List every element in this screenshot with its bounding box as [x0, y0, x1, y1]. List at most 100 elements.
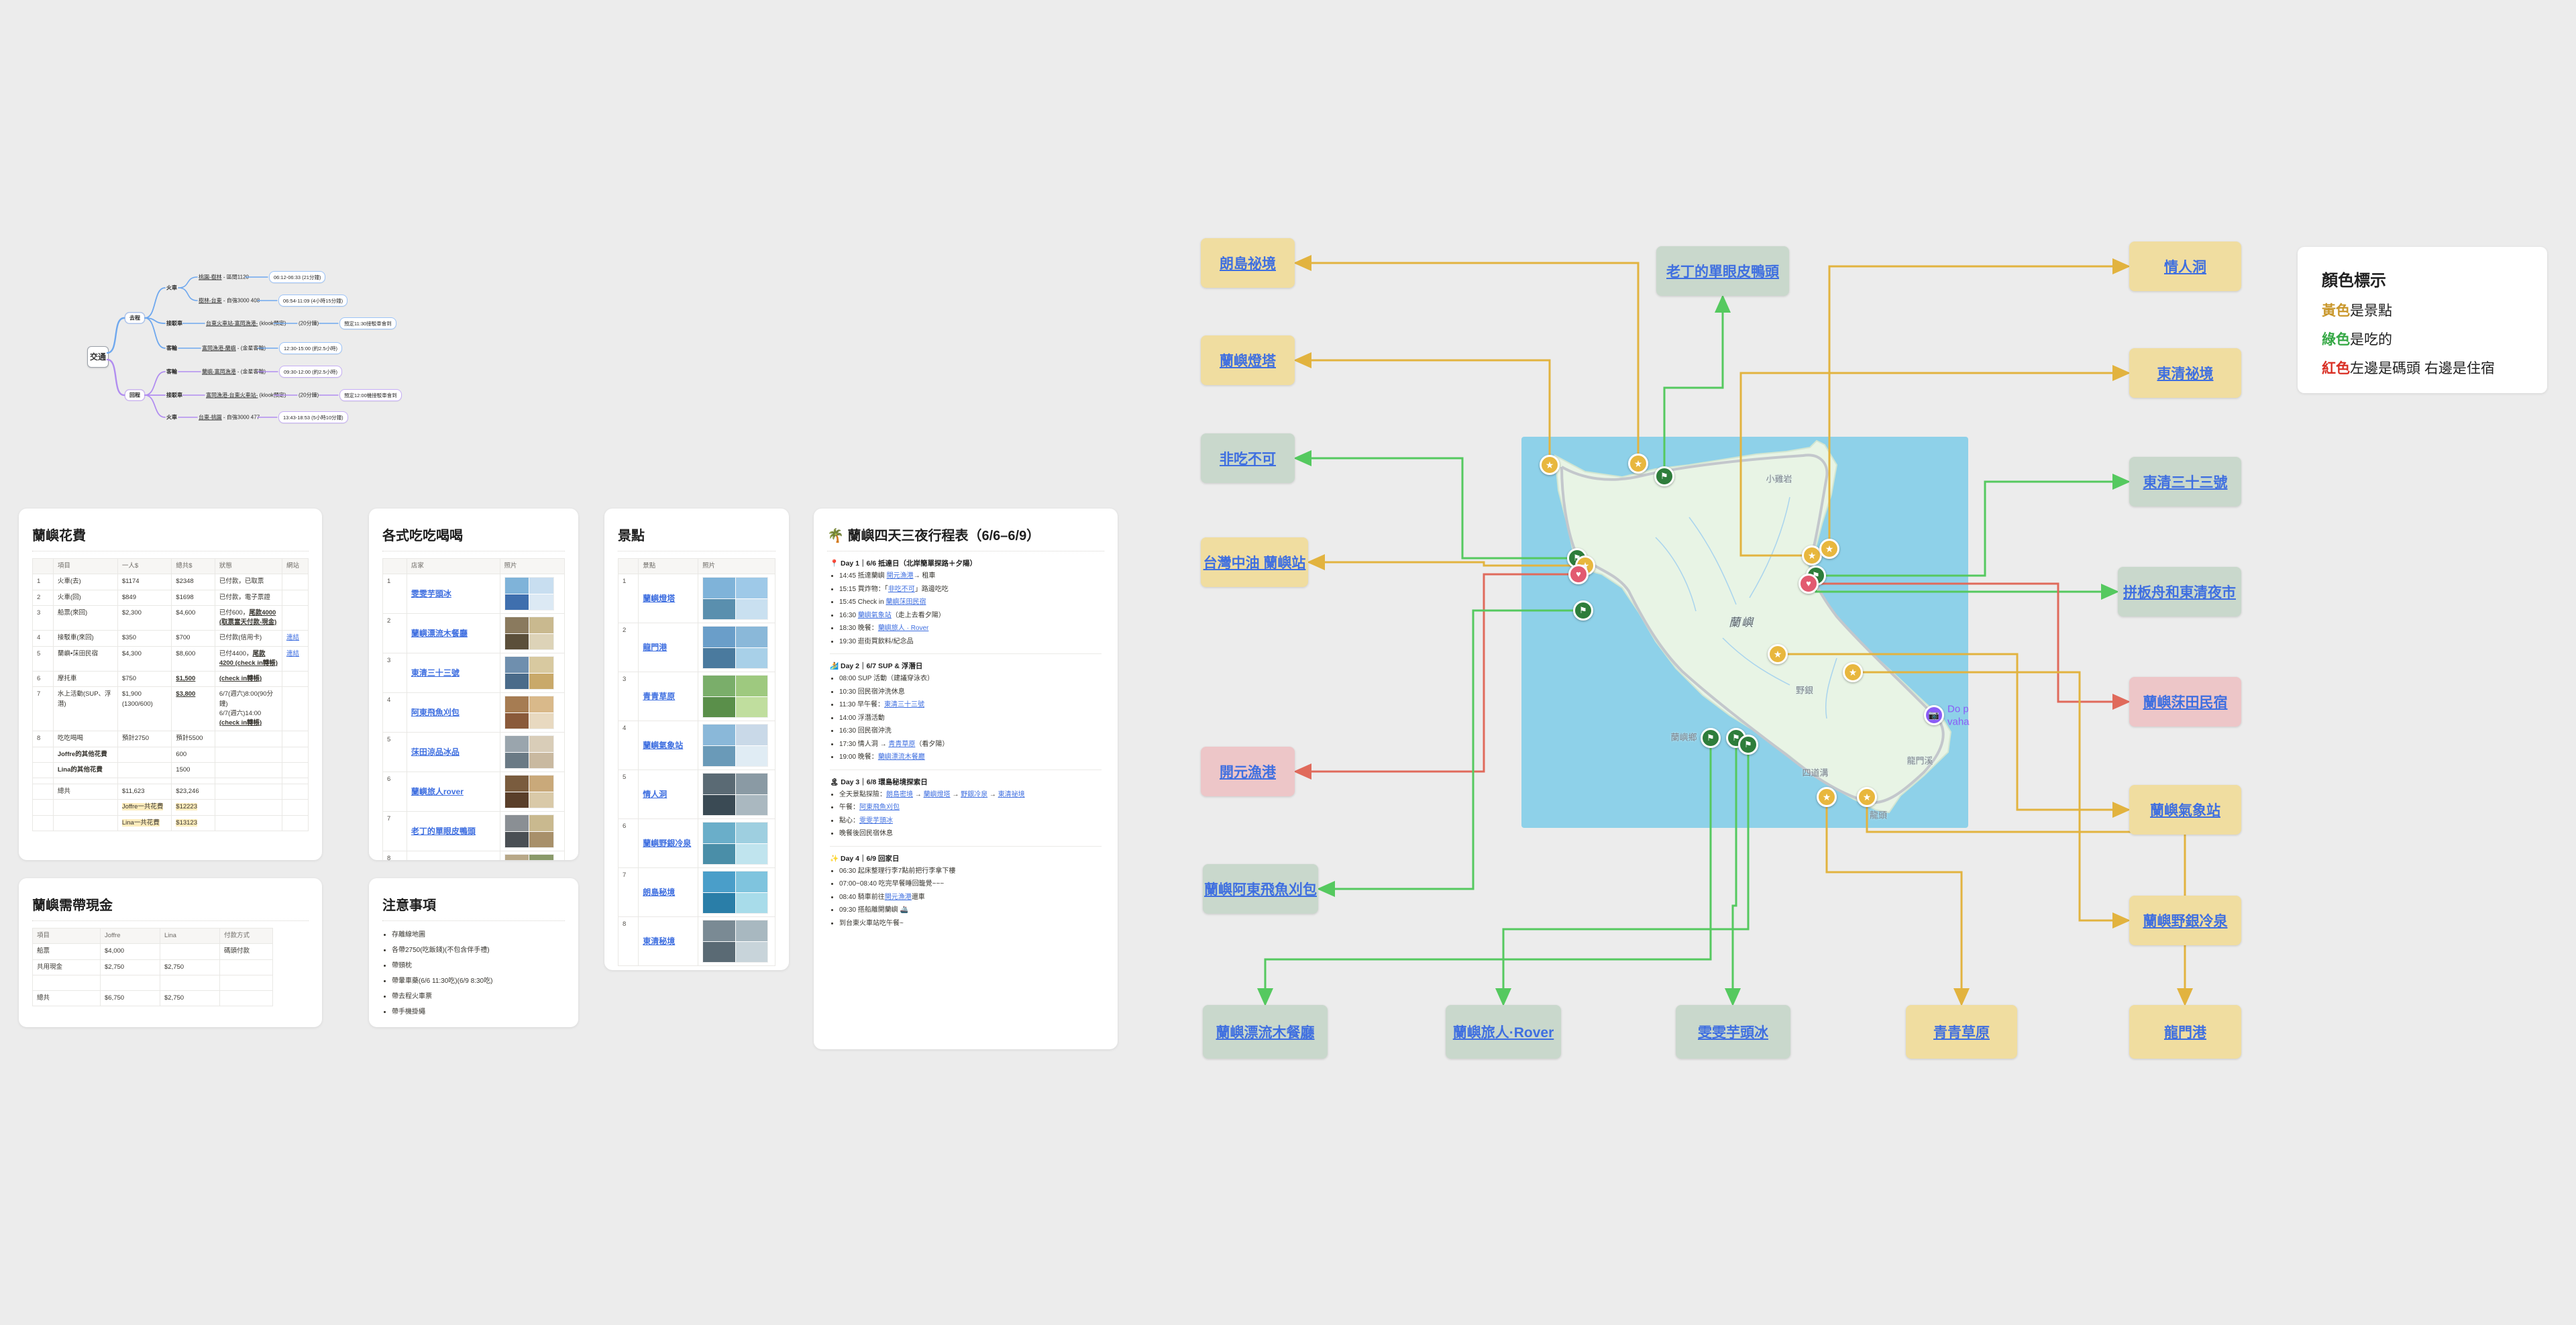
- itinerary-link[interactable]: 蘭嶼漂流木餐廳: [878, 753, 925, 761]
- map-card-label[interactable]: 開元漁港: [1220, 761, 1276, 782]
- map-canvas[interactable]: [1521, 437, 1968, 828]
- expenses-cell-link[interactable]: 連結: [286, 650, 299, 657]
- mindmap-branch-return[interactable]: 回程: [125, 390, 144, 401]
- itinerary-link[interactable]: 青青草原: [888, 741, 915, 748]
- itinerary-link[interactable]: 開元漁港: [887, 572, 914, 580]
- spot-name-link[interactable]: 情人洞: [643, 790, 667, 799]
- map-card-food[interactable]: 雯雯芋頭冰: [1676, 1005, 1790, 1059]
- map-card-label[interactable]: 青青草原: [1933, 1022, 1990, 1042]
- map-card-food[interactable]: 老丁的單眼皮鴨頭: [1656, 246, 1789, 296]
- map-card-food[interactable]: 東清三十三號: [2129, 457, 2241, 507]
- food-flag-marker[interactable]: ⚑: [1738, 735, 1758, 755]
- map-card-spot[interactable]: 朗島祕境: [1201, 238, 1295, 288]
- star-marker[interactable]: ★: [1857, 787, 1877, 807]
- itinerary-link[interactable]: 蘭嶼燈塔: [924, 791, 951, 798]
- expenses-cell-link[interactable]: 連結: [286, 634, 299, 641]
- heart-marker[interactable]: ♥: [1799, 574, 1819, 594]
- map-card-spot[interactable]: 台灣中油 蘭嶼站: [1201, 537, 1308, 587]
- map-card-label[interactable]: 朗島祕境: [1220, 253, 1276, 273]
- map-card-food[interactable]: 拼板舟和東清夜市: [2118, 567, 2241, 617]
- map-card-label[interactable]: 龍門港: [2164, 1022, 2206, 1042]
- map-card-food[interactable]: 蘭嶼阿東飛魚刈包: [1203, 864, 1318, 914]
- mindmap-route-link[interactable]: 蘭嶼-富岡漁港: [202, 369, 236, 375]
- mindmap-root-node[interactable]: 交通: [87, 346, 109, 368]
- itinerary-link[interactable]: 朗島密境: [886, 791, 913, 798]
- map-card-label[interactable]: 東清祕境: [2157, 363, 2214, 383]
- map-card-label[interactable]: 雯雯芋頭冰: [1698, 1022, 1768, 1042]
- food-flag-marker[interactable]: ⚑: [1701, 728, 1721, 748]
- spot-name-link[interactable]: 朗島秘境: [643, 888, 675, 897]
- camera-marker[interactable]: 📷: [1924, 705, 1944, 725]
- map-card-label[interactable]: 情人洞: [2164, 256, 2206, 276]
- map-card-stay[interactable]: 蘭嶼莯田民宿: [2129, 677, 2241, 727]
- food-name-link[interactable]: 蘭嶼旅人rover: [411, 787, 464, 796]
- heart-marker[interactable]: ♥: [1568, 564, 1589, 584]
- map-card-label[interactable]: 蘭嶼漂流木餐廳: [1216, 1022, 1315, 1042]
- food-name-link[interactable]: 雯雯芋頭冰: [411, 589, 451, 598]
- map-card-label[interactable]: 蘭嶼莯田民宿: [2143, 692, 2228, 712]
- star-marker[interactable]: ★: [1843, 662, 1863, 682]
- map-card-label[interactable]: 拼板舟和東清夜市: [2123, 582, 2236, 602]
- map-card-port[interactable]: 開元漁港: [1201, 747, 1295, 796]
- food-name-link[interactable]: 老丁的單眼皮鴨頭: [411, 827, 476, 836]
- spot-name-link[interactable]: 蘭嶼氣象站: [643, 741, 683, 750]
- spot-name-link[interactable]: 龍門港: [643, 643, 667, 652]
- star-marker[interactable]: ★: [1768, 644, 1788, 664]
- map-card-label[interactable]: 蘭嶼旅人·Rover: [1453, 1022, 1554, 1042]
- mindmap-route-link[interactable]: 富岡漁港-台東火車站-: [206, 392, 258, 399]
- map-card-label[interactable]: 台灣中油 蘭嶼站: [1203, 552, 1306, 572]
- mindmap-route-link[interactable]: 樹林-台東: [199, 298, 222, 304]
- star-marker[interactable]: ★: [1817, 787, 1837, 807]
- spot-name-link[interactable]: 蘭嶼燈塔: [643, 594, 675, 603]
- map-card-label[interactable]: 蘭嶼野銀冷泉: [2143, 910, 2228, 931]
- table-row: 8東清秘境: [619, 917, 775, 966]
- expenses-col-header: 項目: [53, 559, 117, 574]
- mindmap-route-link[interactable]: 台東-桃園: [199, 415, 222, 421]
- itinerary-link[interactable]: 野銀冷泉: [961, 791, 987, 798]
- star-marker[interactable]: ★: [1540, 455, 1560, 475]
- map-card-food[interactable]: 蘭嶼旅人·Rover: [1446, 1005, 1561, 1059]
- map-card-spot[interactable]: 東清祕境: [2129, 348, 2241, 398]
- spot-name-link[interactable]: 蘭嶼野銀冷泉: [643, 839, 691, 848]
- map-place-label: 龍門溪: [1907, 754, 1933, 767]
- food-flag-marker[interactable]: ⚑: [1654, 466, 1674, 486]
- star-marker[interactable]: ★: [1819, 539, 1839, 559]
- mindmap-branch-outbound[interactable]: 去程: [125, 313, 144, 323]
- food-name-link[interactable]: 蘭嶼漂流木餐廳: [411, 629, 468, 638]
- food-name-link[interactable]: 阿東飛魚刈包: [411, 708, 460, 717]
- itinerary-link[interactable]: 蘭嶼旅人 · Rover: [878, 625, 929, 632]
- itinerary-link[interactable]: 阿東飛魚刈包: [859, 804, 900, 811]
- star-marker[interactable]: ★: [1628, 454, 1648, 474]
- itinerary-link[interactable]: 蘭嶼氣象站: [858, 612, 892, 619]
- mindmap-route-link[interactable]: 富岡漁港-蘭嶼: [202, 346, 236, 352]
- map-card-label[interactable]: 老丁的單眼皮鴨頭: [1666, 261, 1779, 281]
- map-card-spot[interactable]: 蘭嶼野銀冷泉: [2129, 896, 2241, 945]
- itinerary-link[interactable]: 蘭嶼莯田民宿: [886, 598, 926, 606]
- itinerary-link[interactable]: 雯雯芋頭冰: [859, 817, 893, 825]
- map-card-food[interactable]: 非吃不可: [1201, 433, 1295, 483]
- food-name-link[interactable]: 莯田涼品冰品: [411, 747, 460, 757]
- food-flag-marker[interactable]: ⚑: [1573, 600, 1593, 621]
- itinerary-text: 」路邊吃吃: [915, 586, 949, 593]
- map-card-label[interactable]: 非吃不可: [1220, 448, 1276, 468]
- mindmap-route-link[interactable]: 桃園-樹林: [199, 274, 222, 280]
- spot-name-link[interactable]: 東清秘境: [643, 937, 675, 946]
- map-card-label[interactable]: 東清三十三號: [2143, 472, 2228, 492]
- map-card-food[interactable]: 蘭嶼漂流木餐廳: [1203, 1005, 1328, 1059]
- itinerary-link[interactable]: 開元漁港: [885, 894, 912, 901]
- map-card-spot[interactable]: 情人洞: [2129, 242, 2241, 291]
- expenses-cell-text: 已付600，: [219, 609, 249, 617]
- map-card-spot[interactable]: 龍門港: [2129, 1005, 2241, 1059]
- map-card-label[interactable]: 蘭嶼氣象站: [2150, 800, 2220, 820]
- food-name-link[interactable]: 東清三十三號: [411, 668, 460, 678]
- map-card-label[interactable]: 蘭嶼燈塔: [1220, 350, 1276, 370]
- map-card-label[interactable]: 蘭嶼阿東飛魚刈包: [1204, 879, 1317, 899]
- itinerary-link[interactable]: 非吃不可: [888, 586, 915, 593]
- itinerary-link[interactable]: 東清三十三號: [884, 701, 924, 708]
- mindmap-route-link[interactable]: 台東火車站-富岡漁港-: [206, 321, 258, 327]
- map-card-spot[interactable]: 蘭嶼氣象站: [2129, 785, 2241, 835]
- spot-name-link[interactable]: 青青草原: [643, 692, 675, 701]
- itinerary-link[interactable]: 東清祕境: [998, 791, 1025, 798]
- map-card-spot[interactable]: 蘭嶼燈塔: [1201, 335, 1295, 385]
- map-card-spot[interactable]: 青青草原: [1906, 1005, 2017, 1059]
